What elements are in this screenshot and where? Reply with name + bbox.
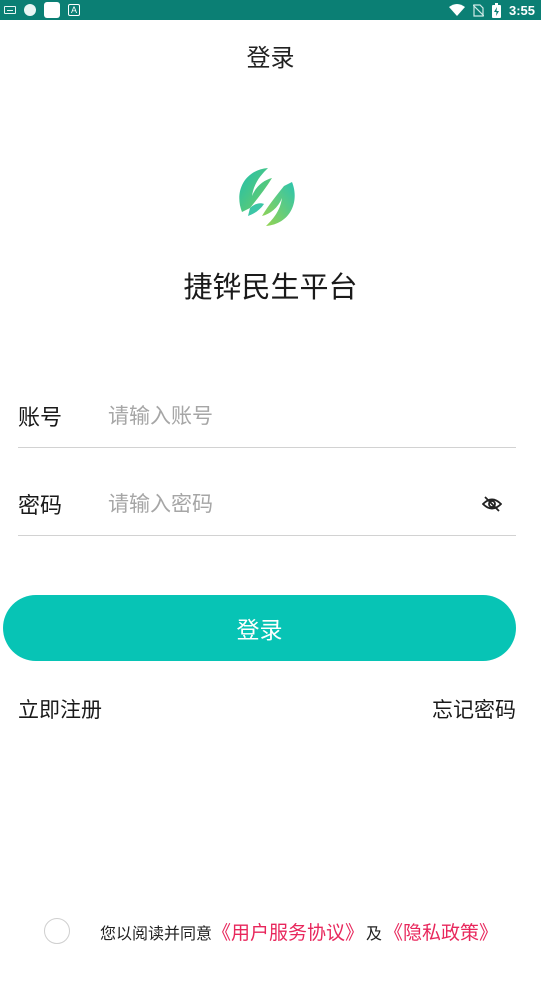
app-name: 捷铧民生平台	[183, 270, 358, 304]
battery-charging-icon	[491, 2, 501, 18]
password-input[interactable]	[108, 491, 478, 516]
account-label: 账号	[18, 405, 63, 431]
user-agreement-link[interactable]: 《用户服务协议》	[212, 918, 364, 945]
login-button[interactable]: 登录	[3, 595, 516, 661]
page-title: 登录	[246, 43, 295, 72]
keyboard-icon	[4, 6, 16, 14]
login-screen: A 3:55 登录 捷铧民生平台 账号 请输入账号 密码 登录 立即注册 忘记密…	[0, 0, 541, 988]
agreement-checkbox[interactable]	[44, 918, 70, 944]
register-link[interactable]: 立即注册	[18, 694, 102, 724]
status-bar: A 3:55	[0, 0, 541, 20]
agreement-row: 您以阅读并同意 《用户服务协议》 及 《隐私政策》	[0, 914, 541, 948]
password-row: 密码	[18, 472, 516, 536]
password-label: 密码	[18, 493, 63, 519]
title-bar: 登录	[0, 20, 541, 90]
privacy-policy-link[interactable]: 《隐私政策》	[384, 918, 498, 945]
account-input[interactable]	[108, 403, 516, 428]
status-left: A	[4, 2, 80, 18]
app-logo-icon	[239, 168, 295, 226]
a-icon: A	[68, 4, 80, 16]
agreement-and: 及	[366, 923, 383, 943]
app-notification-icon	[44, 2, 60, 18]
account-row: 账号	[18, 384, 516, 448]
status-right: 3:55	[448, 2, 535, 18]
vpn-icon	[24, 4, 36, 16]
agreement-prefix: 您以阅读并同意	[100, 923, 213, 943]
wifi-icon	[448, 4, 465, 16]
status-time: 3:55	[508, 2, 535, 18]
no-sim-icon	[472, 3, 484, 17]
forgot-password-link[interactable]: 忘记密码	[432, 694, 516, 724]
password-visibility-toggle[interactable]	[478, 490, 506, 518]
agreement-text: 您以阅读并同意 《用户服务协议》 及 《隐私政策》	[100, 918, 498, 945]
eye-off-icon	[482, 495, 502, 512]
